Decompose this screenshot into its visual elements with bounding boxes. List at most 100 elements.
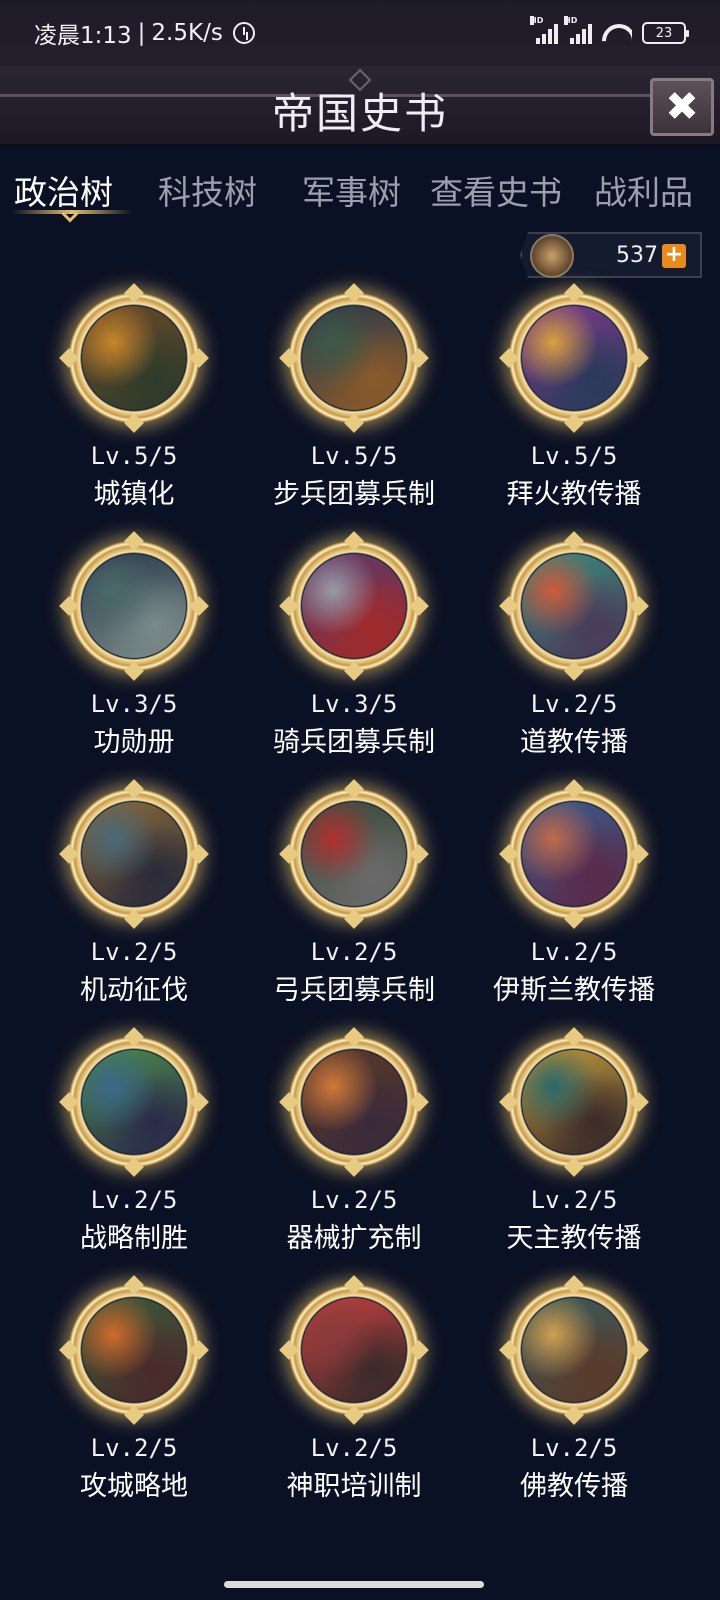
medal-spike <box>629 1092 649 1112</box>
medal-spike <box>344 1157 364 1177</box>
tab-bar: 政治树 科技树 军事树 查看史书 战利品 <box>0 148 720 228</box>
policy-name: 城镇化 <box>93 479 175 510</box>
add-currency-button[interactable]: + <box>662 244 686 268</box>
policy-name: 步兵团募兵制 <box>273 479 435 510</box>
close-button[interactable]: ✖ <box>650 78 714 136</box>
policy-medal-frame <box>499 531 649 681</box>
medal-spike <box>189 1340 209 1360</box>
policy-level: Lv.2/5 <box>310 1434 398 1462</box>
home-indicator[interactable] <box>224 1581 484 1588</box>
tab-technology[interactable]: 科技树 <box>158 166 257 214</box>
medal-spike <box>564 661 584 681</box>
medal-spike <box>344 1027 364 1047</box>
policy-level: Lv.2/5 <box>530 690 618 718</box>
policy-medal-frame <box>499 779 649 929</box>
policy-artwork <box>302 1050 406 1154</box>
policy-artwork <box>522 306 626 410</box>
medal-spike <box>499 348 519 368</box>
medal-spike <box>499 844 519 864</box>
medal-spike <box>409 348 429 368</box>
battery-level: 23 <box>655 25 673 41</box>
policy-item[interactable]: Lv.2/5 伊斯兰教传播 <box>464 779 684 1018</box>
crest-icon <box>530 234 574 278</box>
policy-medal-frame <box>59 531 209 681</box>
policy-artwork <box>82 802 186 906</box>
policy-item[interactable]: Lv.2/5 弓兵团募兵制 <box>244 779 464 1018</box>
status-left: 凌晨1:13 | 2.5K/s <box>34 16 255 50</box>
policy-item[interactable]: Lv.2/5 战略制胜 <box>24 1027 244 1266</box>
policy-item[interactable]: Lv.2/5 机动征伐 <box>24 779 244 1018</box>
page-title: 帝国史书 <box>271 89 448 138</box>
policy-level: Lv.2/5 <box>90 938 178 966</box>
policy-item[interactable]: Lv.5/5 城镇化 <box>24 283 244 522</box>
policy-medal-frame <box>59 283 209 433</box>
policy-artwork <box>82 554 186 658</box>
tab-politics[interactable]: 政治树 <box>14 166 113 214</box>
medal-spike <box>629 596 649 616</box>
medal-spike <box>189 1092 209 1112</box>
tab-history-book[interactable]: 查看史书 <box>430 166 562 214</box>
policy-item[interactable]: Lv.2/5 神职培训制 <box>244 1275 464 1514</box>
policy-level: Lv.2/5 <box>530 1434 618 1462</box>
policy-level: Lv.5/5 <box>310 442 398 470</box>
medal-spike <box>124 413 144 433</box>
policy-name: 机动征伐 <box>80 975 188 1006</box>
currency-value: 537 <box>616 243 658 268</box>
policy-item[interactable]: Lv.2/5 器械扩充制 <box>244 1027 464 1266</box>
policy-medal-frame <box>279 531 429 681</box>
policy-item[interactable]: Lv.5/5 拜火教传播 <box>464 283 684 522</box>
policy-level: Lv.3/5 <box>90 690 178 718</box>
battery-icon: 23 <box>642 22 689 44</box>
medal-spike <box>124 779 144 799</box>
policy-item[interactable]: Lv.5/5 步兵团募兵制 <box>244 283 464 522</box>
medal-spike <box>189 348 209 368</box>
policy-artwork <box>522 802 626 906</box>
policy-medal-frame <box>59 1275 209 1425</box>
medal-spike <box>124 909 144 929</box>
policy-item[interactable]: Lv.2/5 佛教传播 <box>464 1275 684 1514</box>
policy-item[interactable]: Lv.2/5 攻城略地 <box>24 1275 244 1514</box>
policy-level: Lv.2/5 <box>310 1186 398 1214</box>
policy-medal-frame <box>499 1275 649 1425</box>
network-speed: 2.5K/s <box>151 20 223 46</box>
tab-trophies[interactable]: 战利品 <box>594 166 693 214</box>
policy-artwork <box>82 306 186 410</box>
medal-spike <box>564 1027 584 1047</box>
medal-spike <box>499 1340 519 1360</box>
medal-spike <box>629 348 649 368</box>
medal-spike <box>344 661 364 681</box>
medal-spike <box>344 413 364 433</box>
policy-name: 神职培训制 <box>286 1471 422 1502</box>
policy-level: Lv.2/5 <box>90 1186 178 1214</box>
policy-medal-frame <box>499 1027 649 1177</box>
policy-item[interactable]: Lv.3/5 骑兵团募兵制 <box>244 531 464 770</box>
medal-spike <box>564 1275 584 1295</box>
policy-medal-frame <box>279 779 429 929</box>
tab-military[interactable]: 军事树 <box>302 166 401 214</box>
medal-spike <box>564 413 584 433</box>
policy-item[interactable]: Lv.2/5 天主教传播 <box>464 1027 684 1266</box>
medal-spike <box>124 1275 144 1295</box>
policy-level: Lv.2/5 <box>90 1434 178 1462</box>
policy-item[interactable]: Lv.2/5 道教传播 <box>464 531 684 770</box>
wifi-icon <box>602 22 632 44</box>
signal-hd-label: HD <box>564 16 578 25</box>
policy-item[interactable]: Lv.3/5 功勋册 <box>24 531 244 770</box>
policy-name: 拜火教传播 <box>506 479 642 510</box>
medal-spike <box>564 779 584 799</box>
policy-medal-frame <box>59 1027 209 1177</box>
policy-artwork <box>302 306 406 410</box>
medal-spike <box>279 1340 299 1360</box>
medal-spike <box>564 531 584 551</box>
policy-name: 天主教传播 <box>506 1223 642 1254</box>
medal-spike <box>279 844 299 864</box>
signal-icon: HD <box>530 16 558 44</box>
medal-spike <box>564 283 584 303</box>
policy-level: Lv.2/5 <box>530 1186 618 1214</box>
medal-spike <box>344 283 364 303</box>
bottom-strip <box>0 1540 720 1600</box>
medal-spike <box>409 1340 429 1360</box>
medal-spike <box>344 531 364 551</box>
medal-spike <box>189 844 209 864</box>
policy-medal-frame <box>59 779 209 929</box>
